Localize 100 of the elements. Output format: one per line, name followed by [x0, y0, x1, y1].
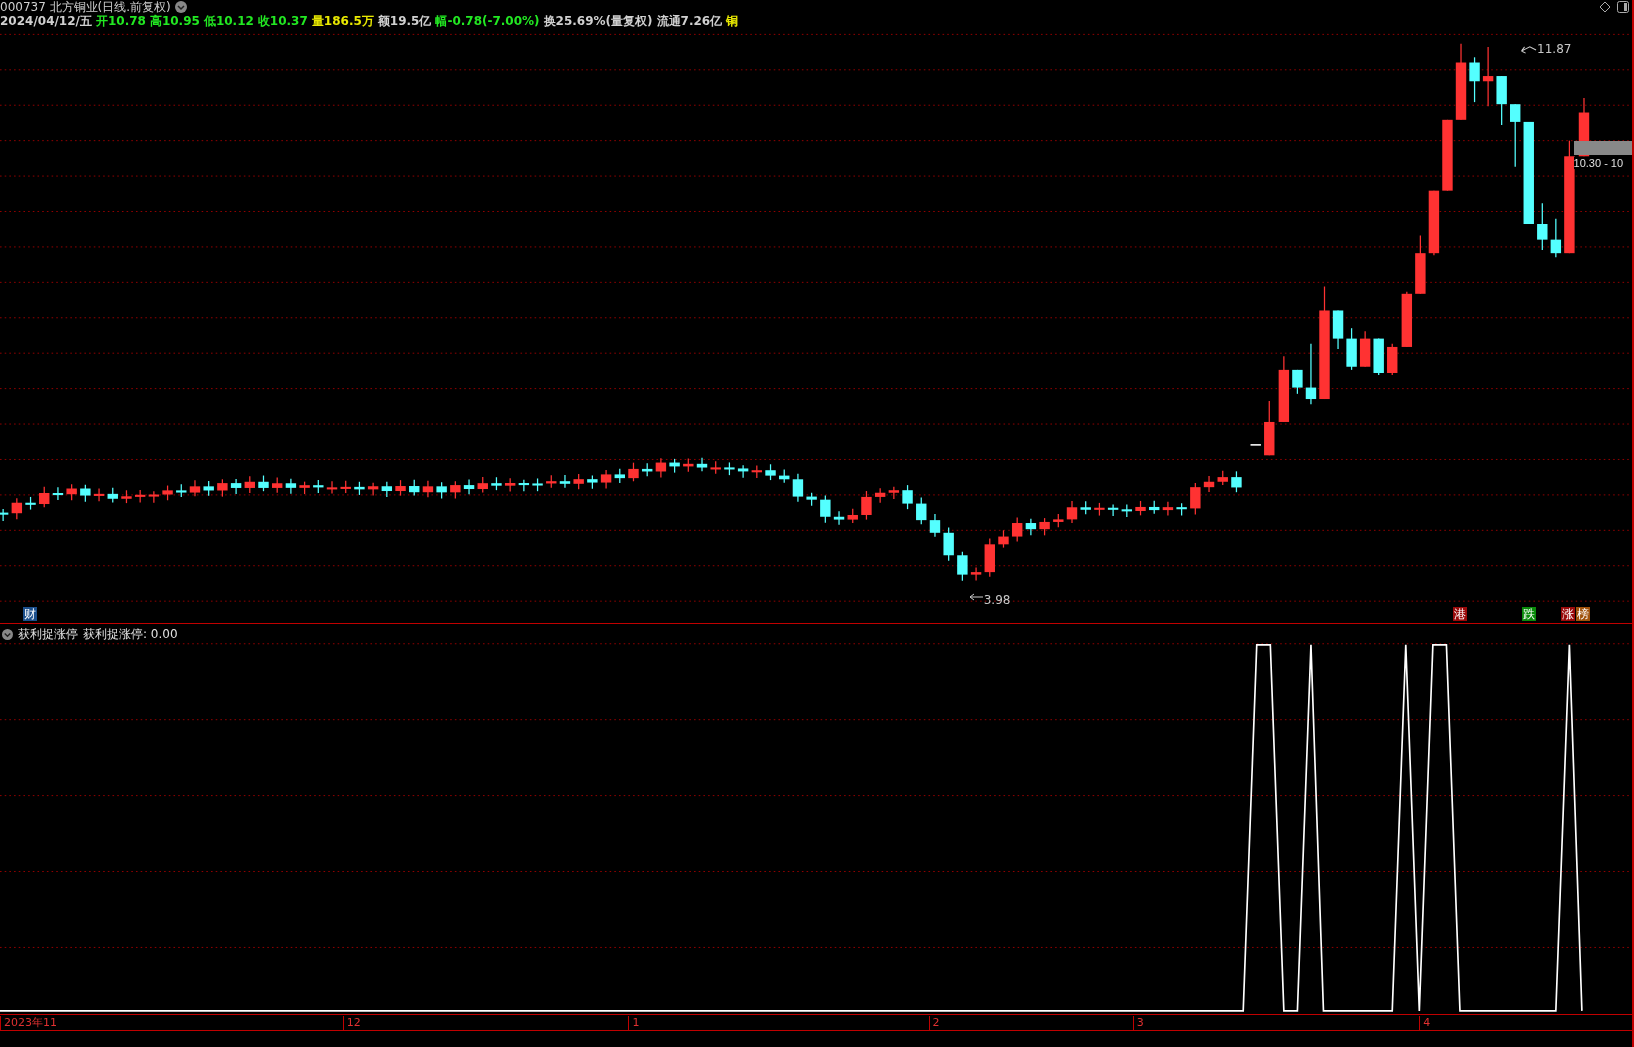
candlestick	[1190, 482, 1201, 516]
candlestick	[1469, 56, 1480, 103]
candlestick	[134, 489, 146, 504]
quote-text: 低10.12	[203, 12, 254, 30]
quote-text: 额19.5亿	[377, 12, 432, 30]
candlestick	[0, 508, 9, 522]
candlestick	[395, 479, 406, 497]
candlestick	[244, 475, 255, 494]
candlestick	[491, 476, 502, 491]
axis-label: 2023年11	[0, 1016, 57, 1030]
candlestick	[792, 473, 804, 503]
candlestick	[669, 458, 680, 474]
candlestick	[203, 480, 214, 497]
stock-title: 000737 北方铜业(日线.前复权)	[0, 0, 171, 14]
marker-badge[interactable]: 涨	[1561, 606, 1576, 621]
candlestick	[463, 479, 475, 495]
candlestick	[1094, 502, 1105, 517]
candlestick	[957, 551, 968, 582]
candlestick	[902, 484, 913, 510]
candlestick	[970, 567, 982, 582]
candlestick	[299, 481, 310, 495]
candlestick	[1373, 338, 1384, 376]
indicator-readout: 获利捉涨停: 0.00	[83, 626, 178, 643]
candlestick	[162, 484, 173, 501]
candlestick	[724, 461, 735, 476]
quote-text: 铜	[726, 12, 739, 30]
candlestick	[1249, 444, 1262, 446]
candlestick	[258, 474, 269, 492]
candlestick	[39, 486, 50, 508]
candlestick	[1305, 343, 1317, 405]
candlestick	[285, 478, 297, 495]
candlestick	[1176, 502, 1187, 517]
candlestick	[93, 487, 105, 502]
candlestick	[217, 478, 228, 498]
candlestick	[326, 480, 338, 494]
candlestick	[450, 480, 461, 500]
marker-badge[interactable]: 榜	[1575, 606, 1590, 621]
candlestick	[1482, 46, 1494, 107]
candlestick	[354, 481, 365, 496]
candlestick	[1415, 234, 1426, 295]
candlestick	[806, 492, 817, 507]
candlestick	[943, 527, 954, 562]
candlestick	[1401, 291, 1413, 348]
candlestick	[847, 508, 858, 524]
quote-text: 收10.37	[257, 12, 308, 30]
candlestick	[765, 463, 776, 481]
candlestick	[984, 537, 995, 578]
candlestick	[1292, 369, 1303, 395]
candlestick	[683, 457, 694, 473]
candlestick	[313, 479, 324, 494]
marker-badge[interactable]: 港	[1452, 606, 1467, 621]
candlestick	[1149, 500, 1160, 515]
candlestick	[600, 469, 612, 490]
candlestick	[559, 474, 571, 489]
dropdown-icon[interactable]	[174, 1, 187, 13]
axis-label: 3	[1132, 1016, 1144, 1030]
candlestick	[381, 481, 393, 498]
candlestick	[409, 479, 420, 497]
candlestick	[1080, 500, 1091, 515]
quote-text: 换25.69%(量复权)	[543, 12, 653, 30]
candlestick	[1121, 503, 1132, 518]
candlestick	[1387, 343, 1398, 376]
quote-text: 量186.5万	[311, 12, 374, 30]
candlestick	[367, 482, 379, 497]
candlestick	[1359, 330, 1371, 368]
candlestick	[1510, 103, 1521, 168]
quote-text: 2024/04/12/五	[0, 13, 92, 30]
candlestick	[833, 510, 845, 526]
candlestick	[587, 474, 598, 490]
marker-badge[interactable]: 跌	[1522, 606, 1537, 621]
candlestick	[1012, 516, 1023, 543]
candlestick	[176, 483, 187, 498]
candlestick	[628, 462, 639, 482]
panel-toggle-icon[interactable]	[1617, 1, 1629, 13]
marker-badge[interactable]: 财	[22, 606, 37, 621]
candlestick	[1346, 327, 1357, 371]
candlestick	[1162, 501, 1174, 516]
candlestick	[66, 483, 77, 501]
candlestick	[80, 484, 91, 503]
candlestick	[998, 529, 1009, 549]
candlestick	[340, 480, 351, 494]
arrow-icon	[969, 592, 984, 601]
quote-text: 高10.95	[149, 13, 200, 30]
price-marker-bar	[1573, 140, 1632, 156]
axis-label: 1	[628, 1016, 640, 1030]
candlestick	[1550, 218, 1562, 258]
candlestick	[1053, 513, 1064, 528]
candlestick	[504, 477, 516, 493]
candlestick	[1135, 500, 1146, 516]
candlestick	[1039, 517, 1050, 536]
candlestick	[751, 464, 763, 479]
candlestick	[929, 513, 941, 538]
candlestick	[11, 497, 23, 520]
candlestick	[874, 487, 886, 504]
diamond-icon[interactable]	[1599, 1, 1611, 13]
quote-text: 开10.78	[95, 13, 146, 30]
candlestick	[1107, 503, 1119, 517]
candlestick	[148, 490, 160, 504]
candlestick	[107, 487, 118, 504]
dropdown-icon[interactable]	[2, 629, 13, 640]
